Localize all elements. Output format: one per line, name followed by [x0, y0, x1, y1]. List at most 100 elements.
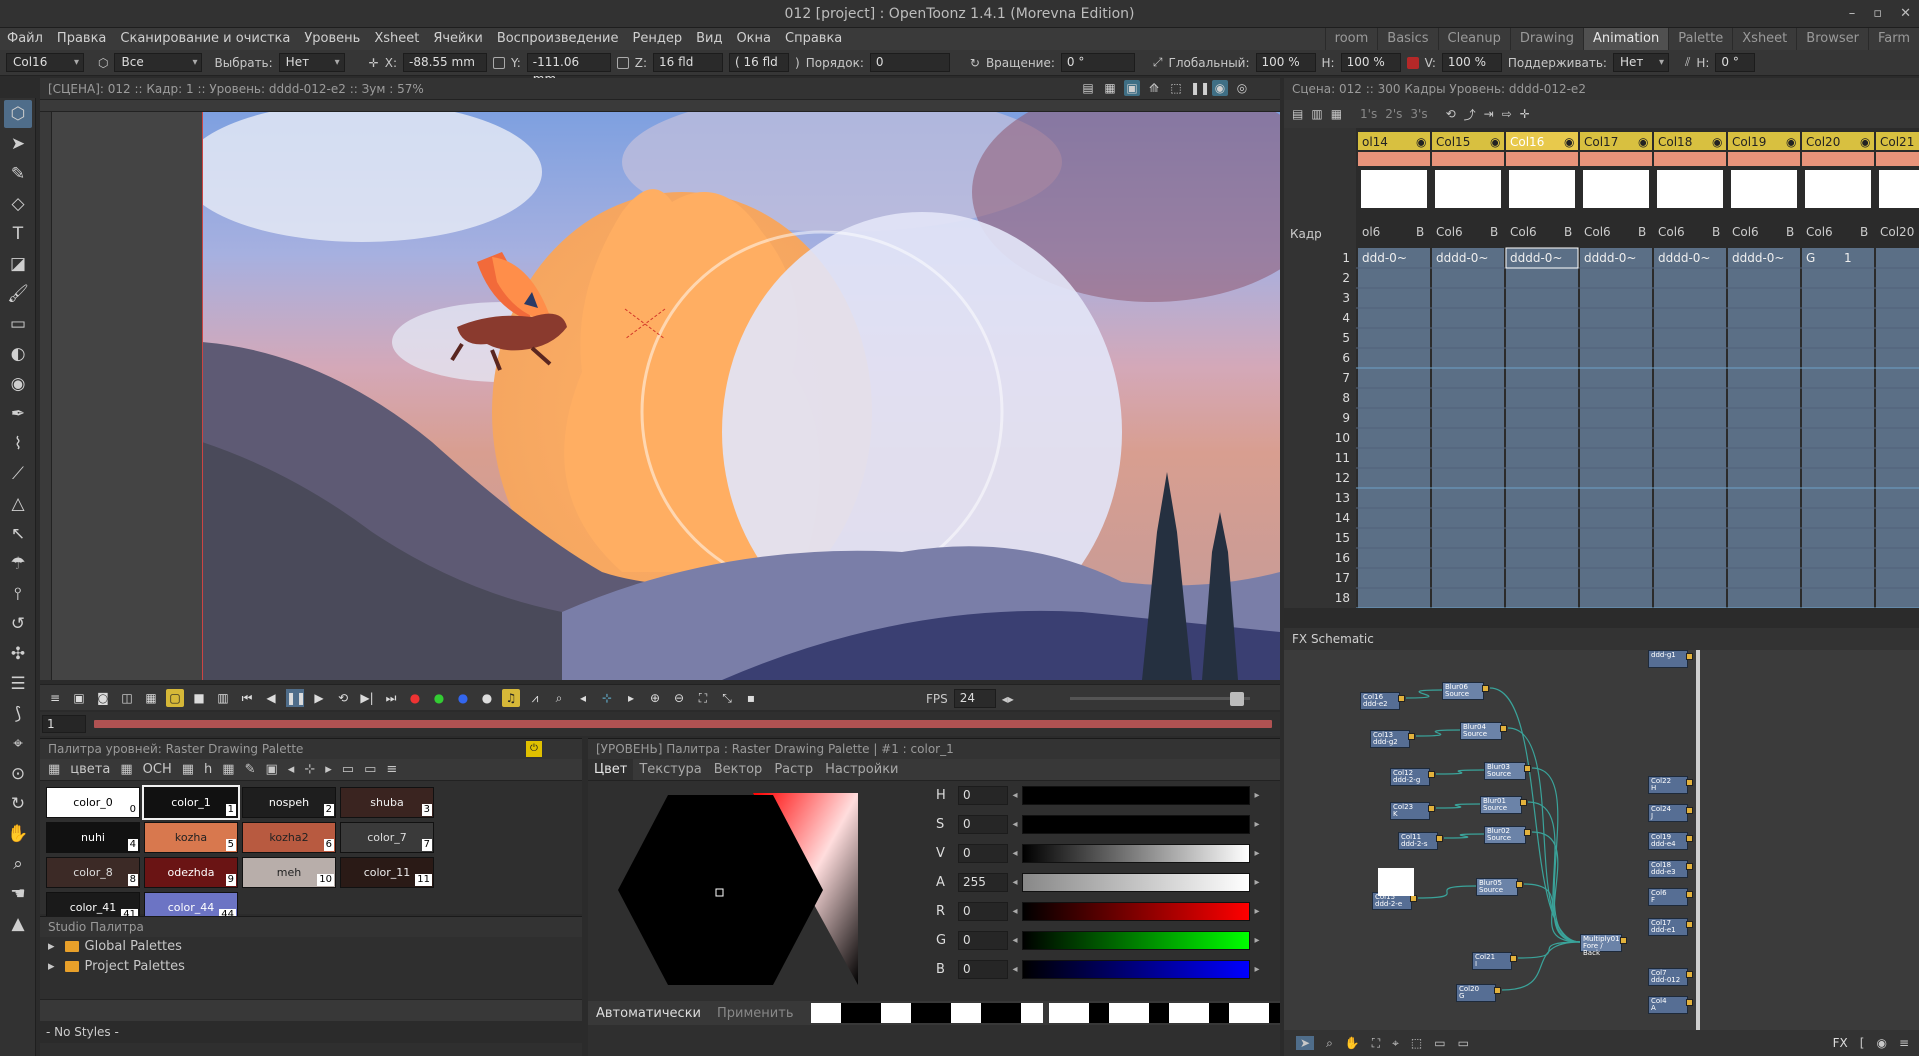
- white-bg-icon[interactable]: ▢: [166, 688, 184, 707]
- output-icon[interactable]: ▭: [1458, 1036, 1469, 1050]
- channel-slider[interactable]: [1022, 960, 1250, 979]
- eye-icon[interactable]: ◉: [1564, 135, 1574, 149]
- menu-8[interactable]: Вид: [689, 28, 729, 50]
- fill-tool-icon[interactable]: ◪: [4, 250, 32, 278]
- type-tool-icon[interactable]: T: [4, 220, 32, 248]
- shear-h-field[interactable]: 0 °: [1715, 53, 1756, 72]
- fx-port[interactable]: [1686, 779, 1693, 786]
- y-field[interactable]: -111.06 mm: [526, 53, 611, 86]
- hand-tool-icon[interactable]: ✋: [4, 820, 32, 848]
- hand-mode-icon[interactable]: ✋: [1345, 1036, 1360, 1050]
- row-number[interactable]: 9: [1342, 411, 1350, 425]
- row-number[interactable]: 17: [1335, 571, 1350, 585]
- column-preview-toggle[interactable]: [1506, 152, 1578, 166]
- fx-node[interactable]: Col21 I: [1472, 952, 1517, 970]
- control-point-editor-icon[interactable]: ⌇: [4, 430, 32, 458]
- grid-view-icon[interactable]: ▦: [48, 762, 60, 777]
- prev-frame-icon[interactable]: ◀: [262, 689, 280, 707]
- fx-port[interactable]: [1620, 937, 1627, 944]
- rgb-picker-icon[interactable]: ✒: [4, 400, 32, 428]
- preview-toggle-icon[interactable]: ▤: [1080, 80, 1096, 96]
- new-style-icon[interactable]: ✎: [245, 762, 256, 777]
- fx-port[interactable]: [1410, 895, 1417, 902]
- style-tab[interactable]: Текстура: [633, 759, 707, 780]
- fps-slider[interactable]: [1070, 692, 1250, 706]
- fx-port[interactable]: [1686, 971, 1693, 978]
- order-field[interactable]: 0: [869, 53, 950, 72]
- fx-port[interactable]: [1510, 955, 1517, 962]
- column-preview-toggle[interactable]: [1654, 152, 1726, 166]
- menu-5[interactable]: Ячейки: [426, 28, 489, 50]
- plastic-tool-icon[interactable]: ⌖: [4, 730, 32, 758]
- fx-port[interactable]: [1686, 807, 1693, 814]
- style-chip[interactable]: nospeh 2: [242, 787, 336, 818]
- fps-stepper-icon[interactable]: ◂▸: [1002, 692, 1014, 706]
- fx-node[interactable]: ddd-g1: [1648, 650, 1693, 668]
- menu-2[interactable]: Сканирование и очистка: [113, 28, 297, 50]
- preview-icon[interactable]: ◉: [1876, 1036, 1886, 1050]
- row-number[interactable]: 4: [1342, 311, 1350, 325]
- room-tab-cleanup[interactable]: Cleanup: [1437, 28, 1510, 50]
- lock-icon[interactable]: [493, 56, 505, 69]
- fx-port[interactable]: [1398, 695, 1405, 702]
- new-page-icon[interactable]: ▭: [342, 762, 354, 777]
- select-combo[interactable]: Нет: [278, 53, 345, 72]
- style-tab[interactable]: Растр: [768, 759, 819, 780]
- style-chip[interactable]: color_1 1: [142, 785, 240, 820]
- skeleton-tool-icon[interactable]: ✣: [4, 640, 32, 668]
- prev-icon[interactable]: ◂: [288, 762, 295, 777]
- fx-port[interactable]: [1686, 891, 1693, 898]
- global-scale-field[interactable]: 100 %: [1255, 53, 1316, 72]
- palette-tree-item[interactable]: ▸ Project Palettes: [40, 957, 582, 977]
- checkboard-icon[interactable]: ▦: [142, 689, 160, 707]
- fx-port[interactable]: [1686, 863, 1693, 870]
- pause-icon[interactable]: ❚❚: [286, 688, 306, 707]
- style-chip[interactable]: odezhda 9: [144, 857, 238, 888]
- list-view-icon[interactable]: ▦: [120, 762, 132, 777]
- fps-slider-handle[interactable]: [1230, 692, 1244, 706]
- channel-value-field[interactable]: 0: [958, 844, 1008, 863]
- row-number[interactable]: 1: [1342, 251, 1350, 265]
- new-level-icon[interactable]: ▤: [1292, 107, 1303, 121]
- x-field[interactable]: -88.55 mm: [403, 53, 487, 72]
- eye-icon[interactable]: ◉: [1490, 135, 1500, 149]
- room-tab-room[interactable]: room: [1324, 28, 1378, 50]
- fx-schematic[interactable]: Multiply01 Fore / Back Col16 ddd-e2 Col13 ddd…: [1284, 650, 1919, 1030]
- fit-icon[interactable]: ⛶: [1372, 1036, 1380, 1051]
- channel-value-field[interactable]: 0: [958, 902, 1008, 921]
- fx-node[interactable]: Col12 ddd-2-g: [1390, 768, 1435, 786]
- row-number[interactable]: 18: [1335, 591, 1350, 605]
- decrement-icon[interactable]: ◂: [1008, 906, 1022, 917]
- view-mode-icon[interactable]: ▦: [222, 762, 234, 777]
- style-tab[interactable]: Настройки: [819, 759, 904, 780]
- hand-pan-icon[interactable]: ☚: [4, 880, 32, 908]
- first-frame-icon[interactable]: ⏮: [238, 689, 256, 707]
- matte-channel-icon[interactable]: ●: [478, 689, 496, 707]
- row-number[interactable]: 6: [1342, 351, 1350, 365]
- pump-tool-icon[interactable]: △: [4, 490, 32, 518]
- fx-node[interactable]: Blur06 Source: [1442, 682, 1489, 700]
- room-tab-basics[interactable]: Basics: [1377, 28, 1437, 50]
- style-picker-icon[interactable]: ◉: [4, 370, 32, 398]
- xsheet-grid[interactable]: Кадр ol14 ◉ ol6 Bddd-0~ Col15 ◉ Col6 Bdddd-0~ Col…: [1284, 128, 1919, 609]
- auto-apply-button[interactable]: Автоматически: [588, 1006, 709, 1021]
- decrement-icon[interactable]: ◂: [1008, 964, 1022, 975]
- increment-icon[interactable]: ▸: [1250, 877, 1264, 888]
- next-icon[interactable]: ▸: [325, 762, 332, 777]
- fx-node[interactable]: Blur02 Source: [1484, 826, 1531, 844]
- fx-port[interactable]: [1520, 799, 1527, 806]
- checker-bg-icon[interactable]: ▥: [214, 689, 232, 707]
- apply-button[interactable]: Применить: [709, 1006, 801, 1021]
- grid-icon[interactable]: ▦: [1102, 80, 1118, 96]
- last-frame-icon[interactable]: ⏭: [382, 689, 400, 707]
- cutter-tool-icon[interactable]: ↺: [4, 610, 32, 638]
- style-chip[interactable]: nuhi 4: [46, 822, 140, 853]
- sound-icon[interactable]: ♫: [502, 688, 520, 707]
- locator-icon[interactable]: ⌕: [550, 689, 568, 707]
- fx-node[interactable]: Col22 H: [1648, 776, 1693, 794]
- save-icon[interactable]: ▣: [70, 689, 88, 707]
- rotate-field[interactable]: 0 °: [1060, 53, 1135, 72]
- style-tab[interactable]: Вектор: [708, 759, 769, 780]
- menu-4[interactable]: Xsheet: [367, 28, 426, 50]
- channel-value-field[interactable]: 0: [958, 931, 1008, 950]
